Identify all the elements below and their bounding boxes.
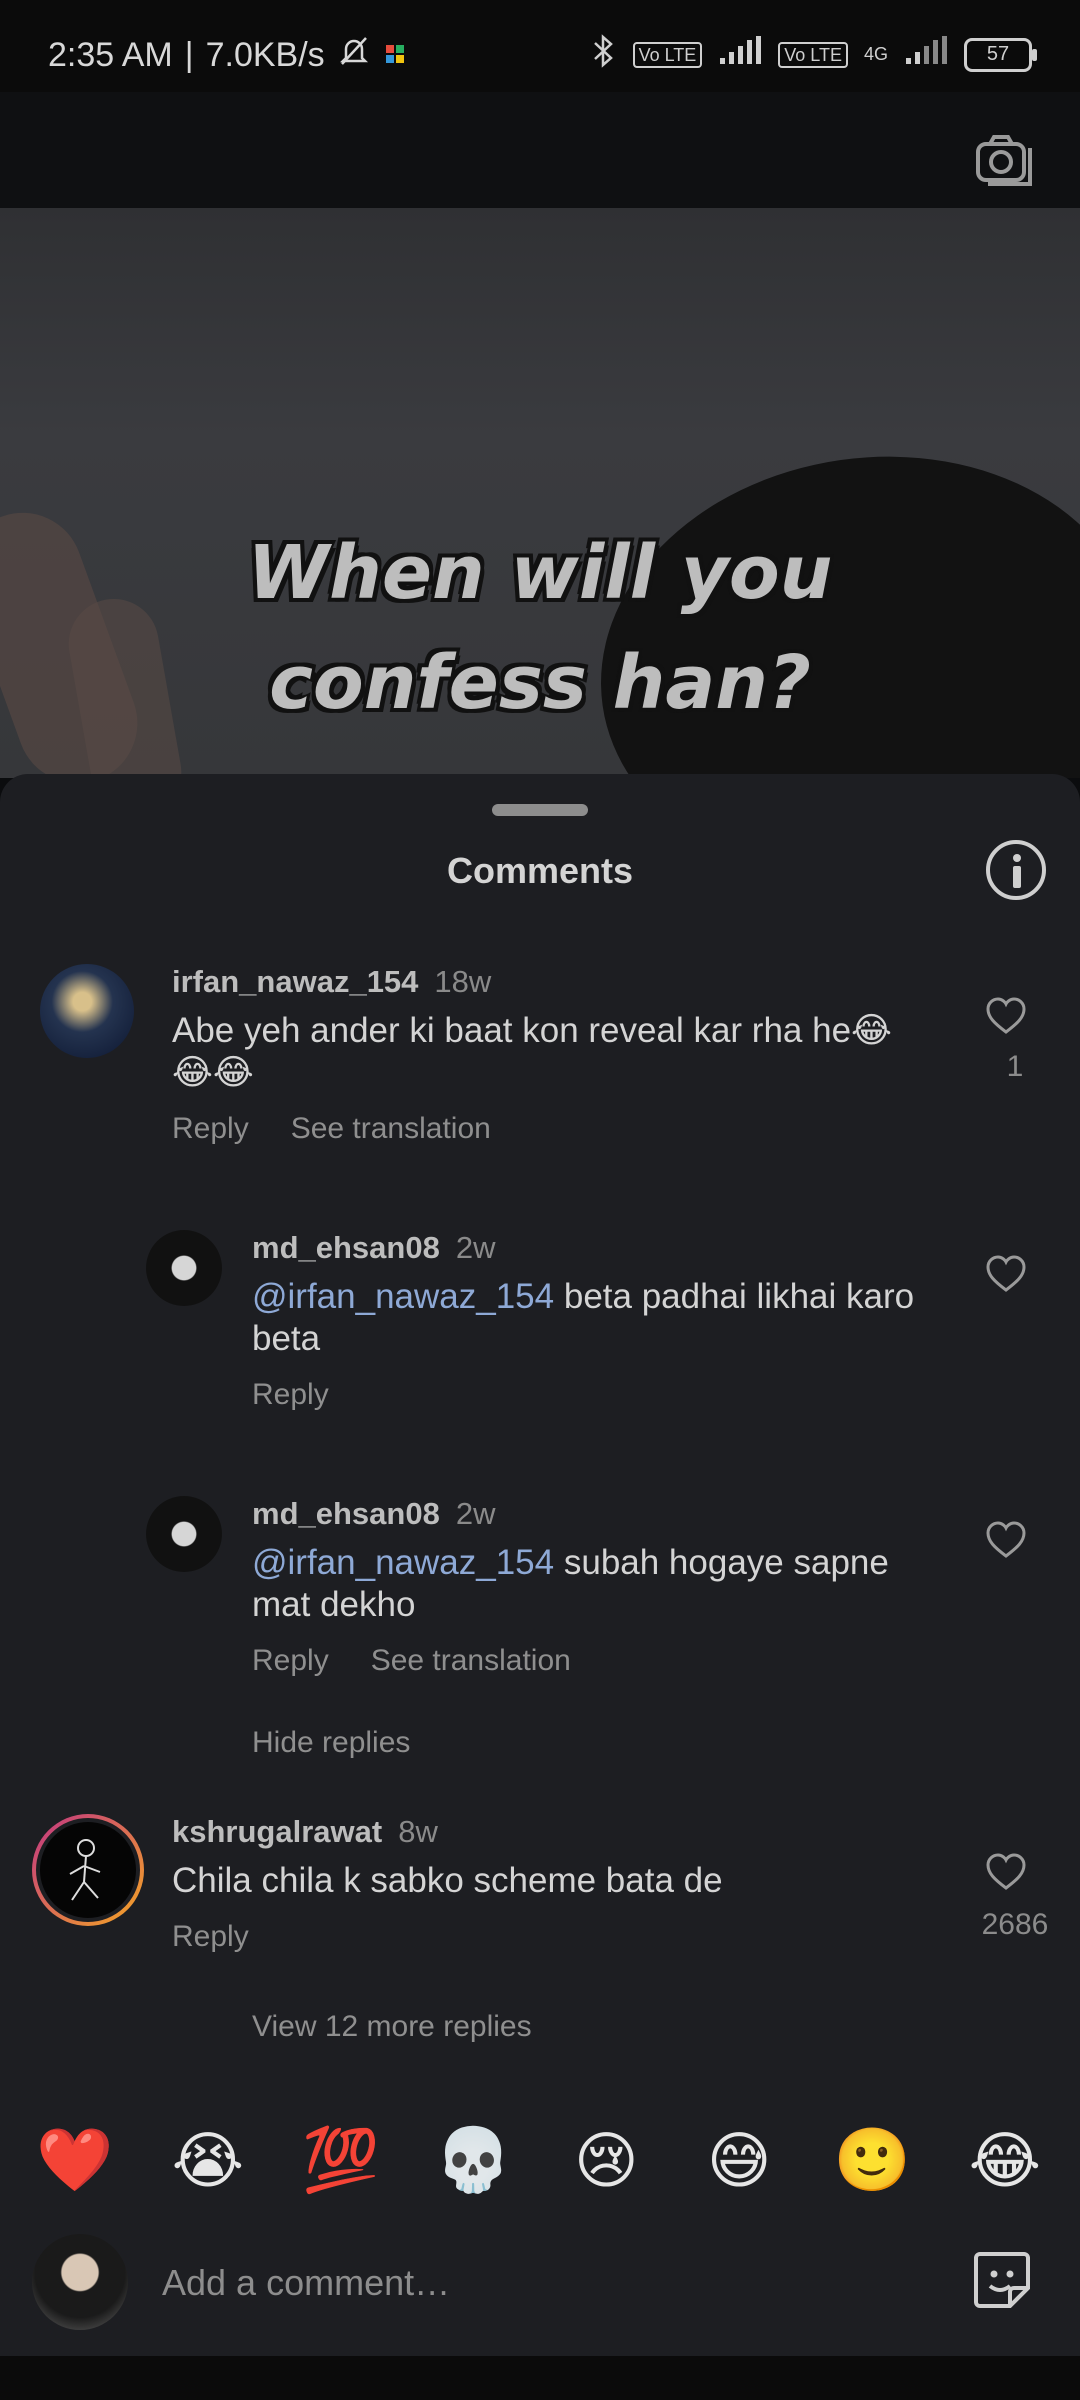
comment-item: irfan_nawaz_154 18w Abe yeh ander ki baat…	[0, 964, 1080, 1164]
comment-text: Abe yeh ander ki baat kon reveal kar rha…	[172, 1011, 892, 1092]
heart-icon[interactable]	[984, 996, 1028, 1036]
comment-reply-item: md_ehsan08 2w @irfan_nawaz_154 subah hoga…	[0, 1496, 1080, 1696]
like-count: 1	[1006, 1050, 1024, 1083]
status-left: 2:35 AM | 7.0KB/s	[48, 34, 407, 77]
emoji-skull[interactable]: 💀	[431, 2124, 517, 2197]
sticker-icon[interactable]	[970, 2248, 1034, 2312]
video-preview[interactable]: When will you confess han?	[0, 208, 1080, 778]
comment-actions: Reply See translation	[172, 1112, 491, 1146]
info-icon-dot	[1013, 854, 1021, 862]
comment-username[interactable]: kshrugalrawat	[172, 1814, 382, 1849]
emoji-crying[interactable]: 😭	[165, 2124, 251, 2197]
status-separator: |	[184, 36, 194, 74]
comment-text: @irfan_nawaz_154 beta padhai likhai karo…	[252, 1276, 932, 1360]
volte-badge-1: Vo LTE	[632, 41, 703, 68]
mute-icon	[337, 34, 371, 77]
status-bar: 2:35 AM | 7.0KB/s Vo LTE Vo LTE 4G 57	[0, 0, 1080, 92]
info-icon-stem	[1013, 866, 1021, 888]
hide-replies-button[interactable]: Hide replies	[252, 1726, 410, 1760]
avatar[interactable]	[146, 1496, 222, 1572]
view-more-replies-button[interactable]: View 12 more replies	[252, 2010, 532, 2044]
sheet-drag-handle[interactable]	[492, 804, 588, 816]
network-speed: 7.0KB/s	[205, 36, 325, 74]
emoji-joy[interactable]: 😂	[962, 2124, 1048, 2197]
emoji-sad[interactable]: 😢	[563, 2124, 649, 2197]
reply-button[interactable]: Reply	[252, 1644, 329, 1678]
comment-actions: Reply See translation	[252, 1644, 571, 1678]
camera-icon[interactable]	[974, 132, 1034, 188]
comment-text: Chila chila k sabko scheme bata de	[172, 1861, 723, 1900]
stick-figure-image	[69, 1839, 101, 1901]
comment-input[interactable]	[160, 2254, 864, 2312]
info-icon[interactable]	[986, 840, 1046, 900]
emoji-hundred[interactable]: 💯	[298, 2124, 384, 2197]
app-notification-icon	[383, 36, 407, 75]
emoji-heart[interactable]: ❤️	[32, 2124, 118, 2197]
signal-icon-1	[718, 36, 762, 73]
heart-icon[interactable]	[984, 1254, 1028, 1294]
top-app-bar	[0, 92, 1080, 208]
avatar	[32, 2234, 128, 2330]
avatar[interactable]	[40, 964, 134, 1058]
comment-username[interactable]: md_ehsan08	[252, 1230, 440, 1265]
signal-icon-2	[904, 36, 948, 73]
comment-meta: kshrugalrawat 8w	[172, 1814, 438, 1850]
volte-badge-2: Vo LTE	[778, 41, 848, 68]
sheet-title: Comments	[446, 850, 634, 891]
comment-username[interactable]: irfan_nawaz_154	[172, 964, 418, 999]
emoji-smile[interactable]: 🙂	[829, 2124, 915, 2197]
bluetooth-icon	[589, 34, 617, 75]
comment-actions: Reply	[252, 1378, 329, 1412]
comment-meta: md_ehsan08 2w	[252, 1230, 495, 1266]
reply-button[interactable]: Reply	[172, 1920, 249, 1954]
comment-text: @irfan_nawaz_154 subah hogaye sapne mat …	[252, 1542, 932, 1626]
comment-time: 2w	[455, 1230, 496, 1265]
like-count: 2686	[981, 1908, 1049, 1941]
video-caption: When will you confess han?	[0, 518, 1080, 738]
comment-meta: md_ehsan08 2w	[252, 1496, 495, 1532]
reply-button[interactable]: Reply	[252, 1378, 329, 1412]
avatar[interactable]	[146, 1230, 222, 1306]
comment-time: 8w	[398, 1814, 438, 1849]
emoji-sweat-smile[interactable]: 😅	[696, 2124, 782, 2197]
comment-reply-item: md_ehsan08 2w @irfan_nawaz_154 beta padha…	[0, 1230, 1080, 1430]
comment-time: 18w	[434, 964, 492, 999]
status-time: 2:35 AM	[48, 36, 173, 74]
status-right: Vo LTE Vo LTE 4G 57	[589, 34, 1037, 75]
comment-username[interactable]: md_ehsan08	[252, 1496, 440, 1531]
mention-link[interactable]: @irfan_nawaz_154	[252, 1277, 554, 1316]
heart-icon[interactable]	[984, 1520, 1028, 1560]
heart-icon[interactable]	[984, 1852, 1028, 1892]
emoji-reaction-bar: ❤️ 😭 💯 💀 😢 😅 🙂 😂	[32, 2124, 1048, 2197]
comment-actions: Reply	[172, 1920, 249, 1954]
comment-meta: irfan_nawaz_154 18w	[172, 964, 491, 1000]
system-navigation-bar	[0, 2356, 1080, 2400]
mention-link[interactable]: @irfan_nawaz_154	[252, 1543, 554, 1582]
avatar	[36, 1818, 140, 1922]
comment-input-bar	[0, 2228, 1080, 2330]
video-caption-line-2: confess han?	[269, 640, 811, 726]
comment-time: 2w	[455, 1496, 496, 1531]
network-type: 4G	[863, 44, 888, 64]
see-translation-link[interactable]: See translation	[291, 1112, 491, 1146]
avatar-story-ring[interactable]	[32, 1814, 144, 1926]
reply-button[interactable]: Reply	[172, 1112, 249, 1146]
comment-item: kshrugalrawat 8w Chila chila k sabko sche…	[0, 1814, 1080, 1974]
see-translation-link[interactable]: See translation	[371, 1644, 571, 1678]
battery-indicator: 57	[964, 37, 1037, 72]
video-caption-line-1: When will you	[247, 530, 833, 616]
